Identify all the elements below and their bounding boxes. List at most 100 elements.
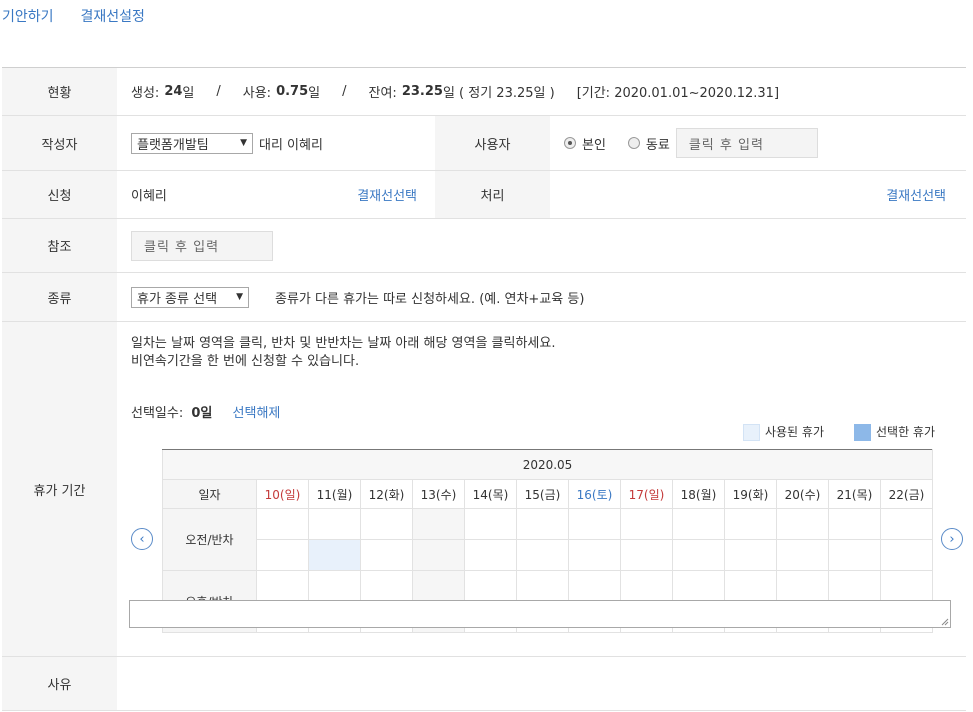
resize-handle-icon[interactable] — [941, 618, 949, 626]
calendar-pm-cell[interactable] — [724, 570, 777, 602]
radio-checked-icon — [564, 137, 576, 149]
author-name: 대리 이혜리 — [259, 137, 323, 153]
calendar-day-header[interactable]: 11(월) — [308, 479, 361, 509]
calendar-pm-cell[interactable] — [308, 570, 361, 602]
selected-days-label: 선택일수: — [131, 406, 184, 421]
calendar-pm-cell[interactable] — [516, 570, 569, 602]
calendar-am-cell[interactable] — [256, 508, 309, 540]
reference-label: 참조 — [2, 219, 117, 272]
calendar-pm-cell[interactable] — [256, 570, 309, 602]
chevron-left-icon[interactable]: ‹ — [131, 528, 153, 550]
legend-used-label: 사용된 휴가 — [764, 425, 824, 439]
calendar-day-header[interactable]: 16(토) — [568, 479, 621, 509]
process-label: 처리 — [435, 171, 550, 218]
calendar-pm-cell[interactable] — [412, 570, 465, 602]
reason-row: 사유 — [2, 657, 966, 711]
calendar-am-cell[interactable] — [776, 539, 829, 571]
created-label: 생성: — [131, 86, 160, 101]
reference-input[interactable]: 클릭 후 입력 — [131, 230, 273, 261]
calendar-pm-cell[interactable] — [776, 570, 829, 602]
colleague-input[interactable]: 클릭 후 입력 — [675, 128, 818, 158]
calendar-am-cell[interactable] — [620, 508, 673, 540]
top-tabs: 기안하기 결재선설정 — [2, 6, 145, 26]
calendar-pm-cell[interactable] — [880, 570, 933, 602]
calendar-month: 2020.05 — [162, 449, 933, 480]
chevron-right-icon[interactable]: › — [941, 528, 963, 550]
leave-kind-select[interactable]: 휴가 종류 선택 ▼ — [131, 286, 249, 308]
clear-selection-link[interactable]: 선택해제 — [233, 406, 281, 421]
day-label: 일자 — [162, 479, 257, 509]
calendar-am-cell[interactable] — [360, 539, 413, 571]
used-value: 0.75 — [276, 84, 309, 99]
calendar-day-header[interactable]: 18(월) — [672, 479, 725, 509]
created-value: 24 — [164, 84, 183, 99]
requester-name: 이혜리 — [131, 189, 167, 204]
calendar-am-cell[interactable] — [412, 539, 465, 571]
calendar-am-cell[interactable] — [308, 539, 361, 571]
tab-approval-line-settings[interactable]: 결재선설정 — [81, 6, 145, 26]
kind-row: 종류 휴가 종류 선택 ▼ 종류가 다른 휴가는 따로 신청하세요. (예. 연… — [2, 273, 966, 322]
period-help-1: 일차는 날짜 영역을 클릭, 반차 및 반반차는 날짜 아래 해당 영역을 클릭… — [131, 336, 556, 351]
legend-used-swatch — [742, 424, 760, 441]
calendar-pm-cell[interactable] — [360, 570, 413, 602]
calendar-am-cell[interactable] — [672, 508, 725, 540]
calendar-day-header[interactable]: 20(수) — [776, 479, 829, 509]
department-select[interactable]: 플랫폼개발팀 ▼ — [131, 132, 253, 154]
calendar-day-header[interactable]: 19(화) — [724, 479, 777, 509]
request-approval-line-select[interactable]: 결재선선택 — [357, 185, 417, 204]
calendar-day-header[interactable]: 21(목) — [828, 479, 881, 509]
am-label: 오전/반차 — [162, 508, 257, 571]
legend-selected-swatch — [853, 424, 871, 441]
calendar-pm-cell[interactable] — [828, 570, 881, 602]
author-label: 작성자 — [2, 116, 117, 170]
calendar-day-header[interactable]: 17(일) — [620, 479, 673, 509]
calendar-day-header[interactable]: 13(수) — [412, 479, 465, 509]
remain-label: 잔여: — [368, 86, 397, 101]
selected-days-value: 0일 — [191, 406, 213, 421]
calendar-am-cell[interactable] — [880, 539, 933, 571]
calendar-am-cell[interactable] — [412, 508, 465, 540]
calendar-am-cell[interactable] — [776, 508, 829, 540]
legend-selected-label: 선택한 휴가 — [875, 425, 935, 439]
used-label: 사용: — [242, 86, 272, 101]
calendar-am-cell[interactable] — [828, 539, 881, 571]
calendar-am-cell[interactable] — [880, 508, 933, 540]
calendar-am-cell[interactable] — [360, 508, 413, 540]
calendar-am-cell[interactable] — [568, 508, 621, 540]
calendar-day-header[interactable]: 12(화) — [360, 479, 413, 509]
calendar-am-cell[interactable] — [620, 539, 673, 571]
calendar-day-header[interactable]: 22(금) — [880, 479, 933, 509]
calendar-day-header[interactable]: 15(금) — [516, 479, 569, 509]
calendar-pm-cell[interactable] — [620, 570, 673, 602]
calendar-am-cell[interactable] — [308, 508, 361, 540]
calendar-pm-cell[interactable] — [464, 570, 517, 602]
calendar-am-cell[interactable] — [516, 508, 569, 540]
reason-textarea[interactable] — [129, 600, 951, 628]
process-approval-line-select[interactable]: 결재선선택 — [886, 185, 946, 204]
kind-label: 종류 — [2, 273, 117, 321]
separator: / — [216, 84, 221, 99]
radio-self[interactable]: 본인 — [564, 134, 606, 153]
user-label: 사용자 — [435, 116, 550, 170]
calendar-day-header[interactable]: 10(일) — [256, 479, 309, 509]
author-row: 작성자 플랫폼개발팀 ▼ 대리 이혜리 사용자 본인 동료 클릭 후 입력 — [2, 116, 966, 171]
radio-unchecked-icon — [627, 137, 640, 149]
period-label: 휴가 기간 — [2, 322, 117, 656]
calendar-am-cell[interactable] — [828, 508, 881, 540]
calendar-pm-cell[interactable] — [672, 570, 725, 602]
radio-colleague[interactable]: 동료 — [627, 134, 670, 153]
calendar-day-header[interactable]: 14(목) — [464, 479, 517, 509]
tab-draft[interactable]: 기안하기 — [2, 6, 54, 26]
calendar-am-cell[interactable] — [724, 539, 777, 571]
caret-down-icon: ▼ — [240, 138, 247, 148]
calendar-am-cell[interactable] — [256, 539, 309, 571]
calendar-am-cell[interactable] — [464, 508, 517, 540]
calendar-am-cell[interactable] — [724, 508, 777, 540]
period-help-2: 비연속기간을 한 번에 신청할 수 있습니다. — [131, 354, 360, 369]
calendar-am-cell[interactable] — [464, 539, 517, 571]
calendar-am-cell[interactable] — [568, 539, 621, 571]
calendar-pm-cell[interactable] — [568, 570, 621, 602]
calendar-am-cell[interactable] — [672, 539, 725, 571]
calendar-am-cell[interactable] — [516, 539, 569, 571]
calendar-legend: 사용된 휴가 선택한 휴가 — [742, 423, 935, 441]
